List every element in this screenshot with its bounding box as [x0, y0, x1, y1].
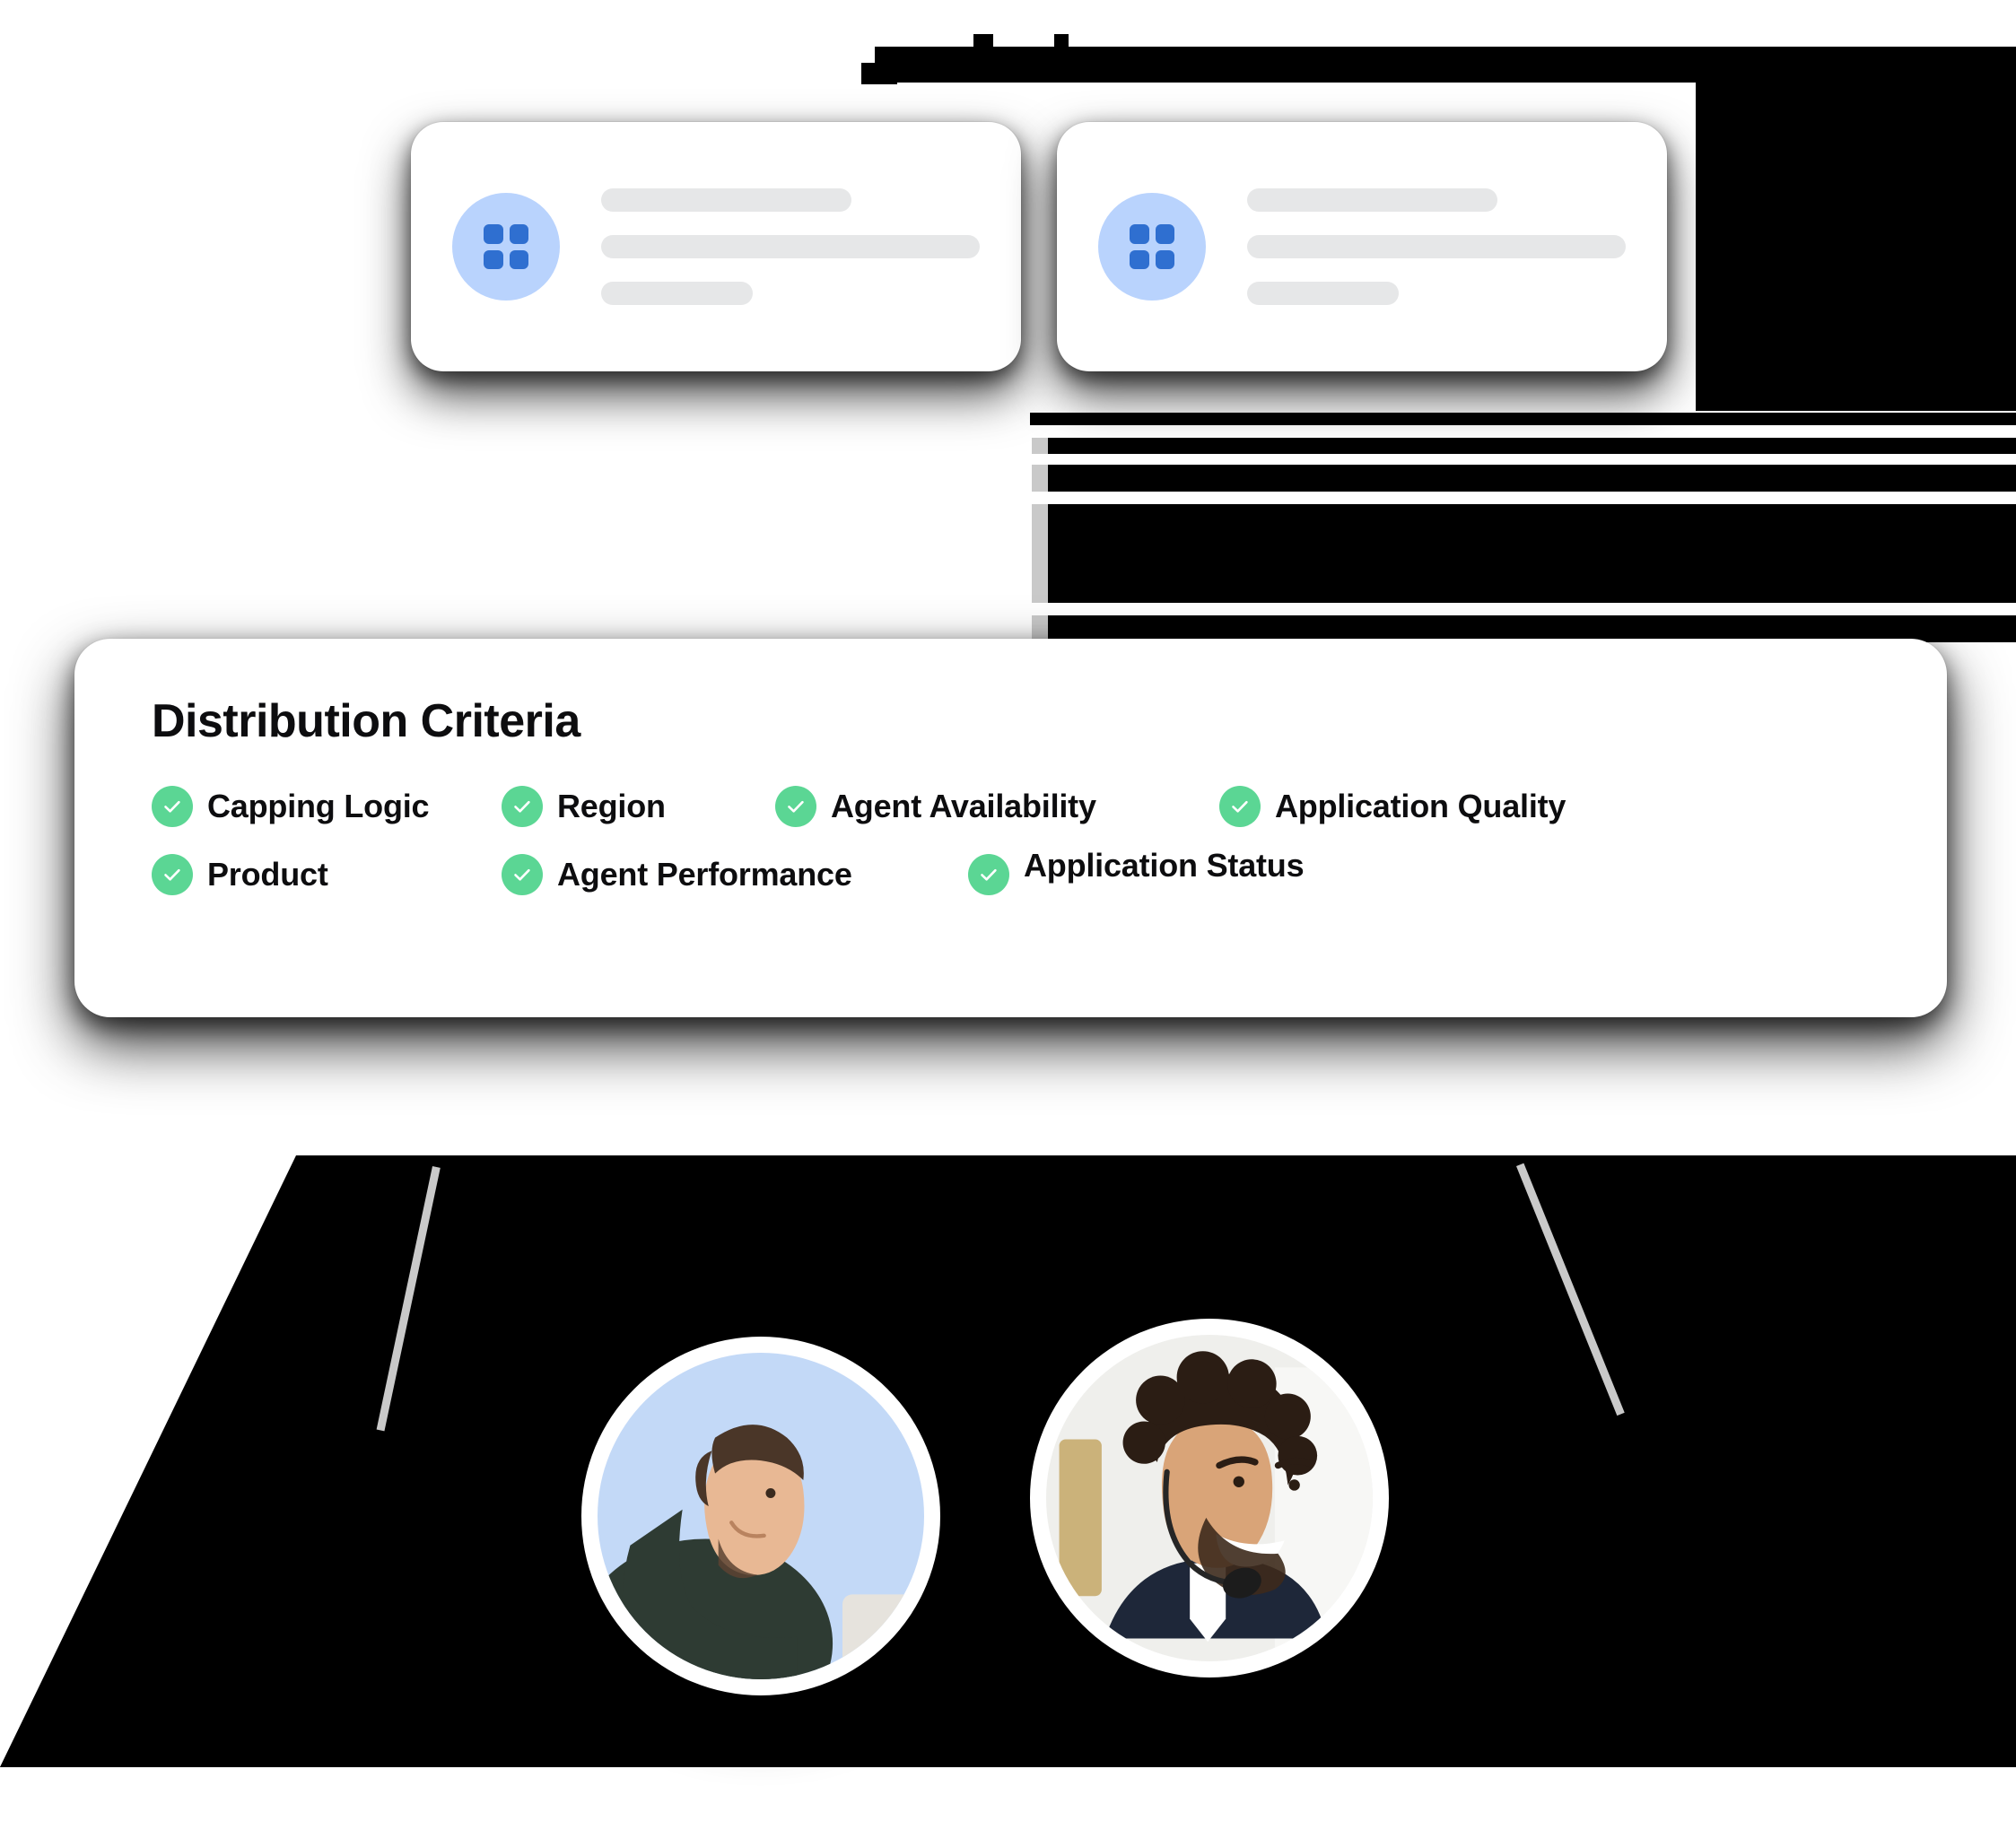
source-card-1-placeholder-lines — [601, 188, 980, 305]
check-circle-icon — [1219, 786, 1261, 827]
criteria-label: Application Quality — [1275, 788, 1567, 824]
redaction-right-block-upper — [1184, 52, 2016, 74]
placeholder-line — [1247, 188, 1497, 212]
agent-right-photo — [1046, 1335, 1373, 1661]
criteria-item-agent-availability[interactable]: Agent Availability — [775, 786, 1219, 827]
redaction-top-heading-tail — [861, 63, 897, 84]
criteria-item-application-quality[interactable]: Application Quality — [1219, 786, 1566, 827]
criteria-row-2: Product Agent Performance Application St… — [152, 847, 1870, 895]
agent-left-photo — [598, 1353, 924, 1679]
criteria-label: Agent Performance — [557, 856, 852, 893]
placeholder-line — [601, 282, 753, 305]
grid-apps-icon — [484, 224, 528, 269]
criteria-label: Product — [207, 856, 328, 893]
placeholder-line — [601, 188, 851, 212]
criteria-item-application-status[interactable]: Application Status — [968, 847, 1305, 895]
criteria-item-agent-performance[interactable]: Agent Performance — [502, 854, 968, 895]
check-circle-icon — [152, 854, 193, 895]
criteria-item-product[interactable]: Product — [152, 854, 502, 895]
criteria-row-1: Capping Logic Region Agent Availability — [152, 786, 1870, 827]
redaction-bar-4 — [1032, 504, 2016, 603]
source-card-1[interactable] — [411, 122, 1021, 371]
distribution-criteria-card: Distribution Criteria Capping Logic Regi… — [74, 639, 1947, 1017]
grid-apps-icon — [1130, 224, 1174, 269]
redaction-bar-1 — [1030, 413, 2016, 425]
source-card-1-avatar — [452, 193, 560, 301]
criteria-label: Agent Availability — [831, 788, 1096, 824]
source-card-2-placeholder-lines — [1247, 188, 1626, 305]
criteria-item-region[interactable]: Region — [502, 786, 775, 827]
agent-avatar-left[interactable] — [581, 1337, 940, 1695]
check-circle-icon — [152, 786, 193, 827]
source-card-2[interactable] — [1057, 122, 1667, 371]
redaction-top-heading-tick-b — [1054, 34, 1069, 48]
criteria-label: Application Status — [1024, 847, 1305, 884]
check-circle-icon — [502, 786, 543, 827]
placeholder-line — [601, 235, 980, 258]
source-card-2-avatar — [1098, 193, 1206, 301]
criteria-label: Region — [557, 788, 666, 824]
check-circle-icon — [502, 854, 543, 895]
redaction-bar-3 — [1032, 465, 2016, 492]
agent-avatar-right[interactable] — [1030, 1319, 1389, 1678]
check-circle-icon — [775, 786, 816, 827]
check-circle-icon — [968, 854, 1009, 895]
redaction-right-block — [1696, 52, 2016, 411]
placeholder-line — [1247, 235, 1626, 258]
criteria-item-capping-logic[interactable]: Capping Logic — [152, 786, 502, 827]
placeholder-line — [1247, 282, 1399, 305]
criteria-label: Capping Logic — [207, 788, 430, 824]
page-title: Distribution Criteria — [152, 695, 580, 747]
redaction-bar-2 — [1032, 438, 2016, 454]
diagram-canvas: Distribution Criteria Capping Logic Regi… — [0, 0, 2016, 1830]
redaction-top-heading-tick-a — [973, 34, 993, 48]
